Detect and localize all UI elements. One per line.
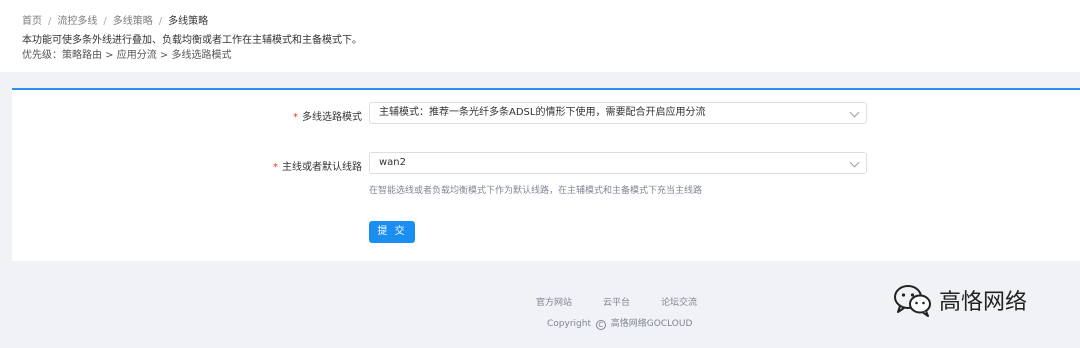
line-label-text: 主线或者默认线路 [282, 162, 362, 173]
breadcrumb-current: 多线策略 [168, 16, 209, 27]
breadcrumb-separator: / [103, 16, 107, 27]
line-label: * 主线或者默认线路 [273, 158, 362, 173]
submit-button[interactable]: 提 交 [369, 221, 415, 243]
line-select-value: wan2 [379, 157, 407, 168]
watermark-text: 高恪网络 [939, 290, 1028, 315]
line-hint: 在智能选线或者负载均衡模式下作为默认线路，在主辅模式和主备模式下充当主线路 [369, 186, 703, 196]
copyright-symbol-icon: C [595, 320, 606, 330]
mode-select[interactable]: 主辅模式：推荐一条光纤多条ADSL的情形下使用，需要配合开启应用分流 [369, 102, 867, 124]
copyright-prefix: Copyright [547, 319, 591, 329]
breadcrumb-home[interactable]: 首页 [22, 16, 42, 27]
page-header: 首页 / 流控多线 / 多线策略 / 多线策略 本功能可使多条外线进行叠加、负载均衡或者工作… [0, 0, 1080, 72]
footer-link-official-site[interactable]: 官方网站 [536, 295, 572, 308]
breadcrumb-flow-control[interactable]: 流控多线 [57, 16, 97, 27]
line-select[interactable]: wan2 [369, 152, 867, 174]
footer-link-forum[interactable]: 论坛交流 [661, 295, 697, 308]
required-mark: * [273, 162, 278, 173]
mode-select-value: 主辅模式：推荐一条光纤多条ADSL的情形下使用，需要配合开启应用分流 [379, 107, 706, 118]
page-description: 本功能可使多条外线进行叠加、负载均衡或者工作在主辅模式和主备模式下。 [22, 35, 362, 46]
breadcrumb-multiline-policy[interactable]: 多线策略 [113, 16, 153, 27]
footer-link-cloud-platform[interactable]: 云平台 [603, 295, 630, 308]
breadcrumb-separator: / [48, 16, 52, 27]
mode-label: * 多线选路模式 [293, 108, 362, 123]
policy-form-card: * 多线选路模式 主辅模式：推荐一条光纤多条ADSL的情形下使用，需要配合开启应用… [12, 88, 1080, 261]
watermark: 高恪网络 [893, 282, 1027, 318]
required-mark: * [293, 112, 298, 123]
breadcrumb: 首页 / 流控多线 / 多线策略 / 多线策略 [22, 12, 208, 27]
copyright: Copyright C 高恪网络GOCLOUD [547, 316, 692, 330]
chevron-down-icon [849, 107, 860, 118]
priority-note: 优先级：策略路由 > 应用分流 > 多线选路模式 [22, 50, 232, 61]
mode-label-text: 多线选路模式 [302, 112, 362, 123]
wechat-icon [894, 285, 931, 317]
breadcrumb-separator: / [158, 16, 163, 27]
copyright-owner: 高恪网络GOCLOUD [610, 319, 693, 329]
chevron-down-icon [849, 157, 860, 168]
